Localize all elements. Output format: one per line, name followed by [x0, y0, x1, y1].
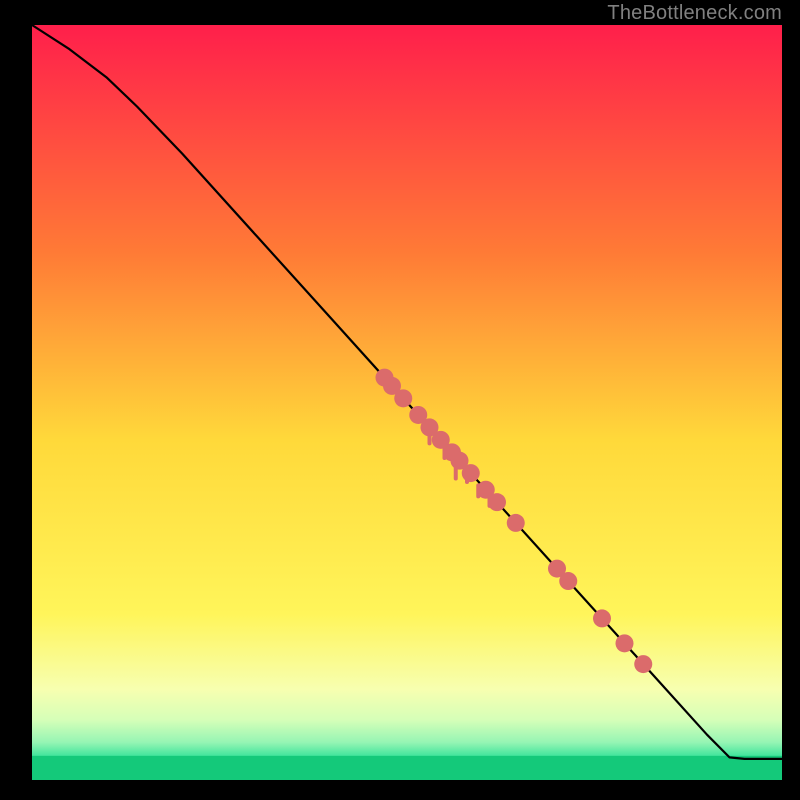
- bottom-band: [32, 756, 782, 780]
- watermark-text: TheBottleneck.com: [607, 2, 782, 25]
- chart-root: TheBottleneck.com: [0, 0, 800, 800]
- chart-canvas: [0, 0, 800, 800]
